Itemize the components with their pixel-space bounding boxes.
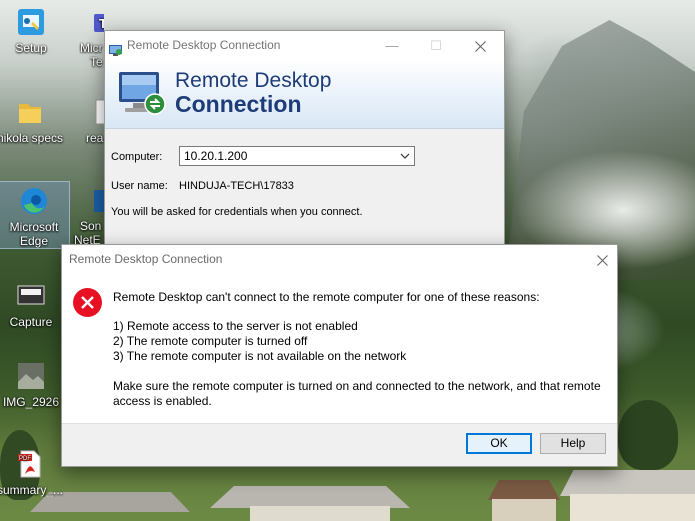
error-dialog-footer: OK Help xyxy=(62,423,617,466)
svg-text:PDF: PDF xyxy=(19,456,31,462)
error-dialog[interactable]: Remote Desktop Connection Remote Desktop… xyxy=(61,244,618,467)
wallpaper-house xyxy=(250,506,390,521)
wallpaper-house xyxy=(492,499,556,521)
desktop-icon-img-2926[interactable]: IMG_2926 xyxy=(0,360,66,409)
desktop-icon-label: Micr xyxy=(80,41,103,55)
wallpaper-house xyxy=(210,486,410,508)
rdc-main-window[interactable]: Remote Desktop Connection — ☐ Remote Des… xyxy=(104,30,505,248)
rdc-app-icon xyxy=(109,39,123,56)
computer-label: Computer: xyxy=(111,151,163,163)
error-intro: Remote Desktop can't connect to the remo… xyxy=(113,290,540,304)
desktop-icon-nikola-specs[interactable]: nikola specs xyxy=(0,96,65,145)
close-icon xyxy=(474,41,486,52)
wallpaper-tree xyxy=(618,400,678,470)
desktop-icon-setup[interactable]: Setup xyxy=(0,6,66,55)
computer-combobox[interactable]: 10.20.1.200 xyxy=(179,146,415,166)
close-button[interactable] xyxy=(458,31,502,60)
error-icon xyxy=(72,287,103,318)
wallpaper-house xyxy=(570,494,695,521)
error-dialog-body: Remote Desktop can't connect to the remo… xyxy=(62,274,617,425)
svg-text:T: T xyxy=(99,16,104,31)
wallpaper-house xyxy=(488,480,560,500)
setup-icon xyxy=(15,6,47,38)
desktop-icon-microsoft-edge[interactable]: Microsoft Edge xyxy=(0,181,70,249)
ok-button[interactable]: OK xyxy=(466,433,532,454)
desktop-icon-label: IMG_2926 xyxy=(2,395,60,409)
rdc-banner: Remote Desktop Connection xyxy=(105,60,504,129)
help-button[interactable]: Help xyxy=(540,433,606,454)
minimize-icon: — xyxy=(385,38,399,53)
error-reason: 1) Remote access to the server is not en… xyxy=(113,319,358,333)
pdf-file-icon: PDF xyxy=(14,448,46,480)
desktop-icon-label: Microsoft Edge xyxy=(9,220,59,248)
minimize-button[interactable]: — xyxy=(370,31,414,60)
error-reason: 3) The remote computer is not available … xyxy=(113,349,407,363)
desktop-icon-label: nikola specs xyxy=(0,131,64,145)
teams-icon: T xyxy=(88,6,104,38)
photo-file-icon xyxy=(15,360,47,392)
image-file-icon xyxy=(15,280,47,312)
desktop-icon-label: Setup xyxy=(15,41,47,55)
maximize-icon: ☐ xyxy=(430,38,442,53)
username-value: HINDUJA-TECH\17833 xyxy=(179,180,294,192)
maximize-button[interactable]: ☐ xyxy=(414,31,458,60)
desktop-icon-readme[interactable]: rea xyxy=(72,96,104,145)
username-label: User name: xyxy=(111,180,168,192)
computer-value: 10.20.1.200 xyxy=(184,149,248,163)
banner-title-line2: Connection xyxy=(175,91,302,117)
desktop-icon-capture[interactable]: Capture xyxy=(0,280,66,329)
chevron-down-icon[interactable] xyxy=(400,148,410,164)
error-dialog-titlebar[interactable]: Remote Desktop Connection xyxy=(62,245,617,274)
desktop-icon-sonicwall-netextender[interactable]: Son NetE xyxy=(72,181,104,247)
error-message: Remote Desktop can't connect to the remo… xyxy=(113,290,608,409)
close-button[interactable] xyxy=(580,245,624,274)
desktop-icon-label: Son xyxy=(80,219,102,233)
edge-icon xyxy=(18,185,50,217)
rdc-window-title: Remote Desktop Connection xyxy=(127,38,281,52)
rdc-connection-form: Computer: 10.20.1.200 User name: HINDUJA… xyxy=(105,129,504,247)
remote-desktop-monitor-icon xyxy=(117,68,169,118)
wallpaper-house xyxy=(560,470,695,496)
close-icon xyxy=(596,255,608,266)
error-advice: Make sure the remote computer is turned … xyxy=(113,379,601,408)
banner-title-line1: Remote Desktop xyxy=(175,69,332,92)
error-reason: 2) The remote computer is turned off xyxy=(113,334,308,348)
credentials-note: You will be asked for credentials when y… xyxy=(111,206,363,218)
rdc-titlebar[interactable]: Remote Desktop Connection — ☐ xyxy=(105,31,504,60)
netextender-icon xyxy=(90,184,104,216)
document-icon xyxy=(90,96,104,128)
error-dialog-title: Remote Desktop Connection xyxy=(69,252,223,266)
folder-icon xyxy=(14,96,46,128)
desktop-icon-label: Te xyxy=(90,55,103,69)
desktop-icon-label: rea xyxy=(86,131,104,145)
desktop-icon-microsoft-teams[interactable]: T Micr Te xyxy=(72,6,104,69)
desktop-icon-summary-pdf[interactable]: PDF summary_... xyxy=(0,448,65,497)
desktop-icon-label: Capture xyxy=(9,315,53,329)
desktop-icon-label: summary_... xyxy=(0,483,63,497)
